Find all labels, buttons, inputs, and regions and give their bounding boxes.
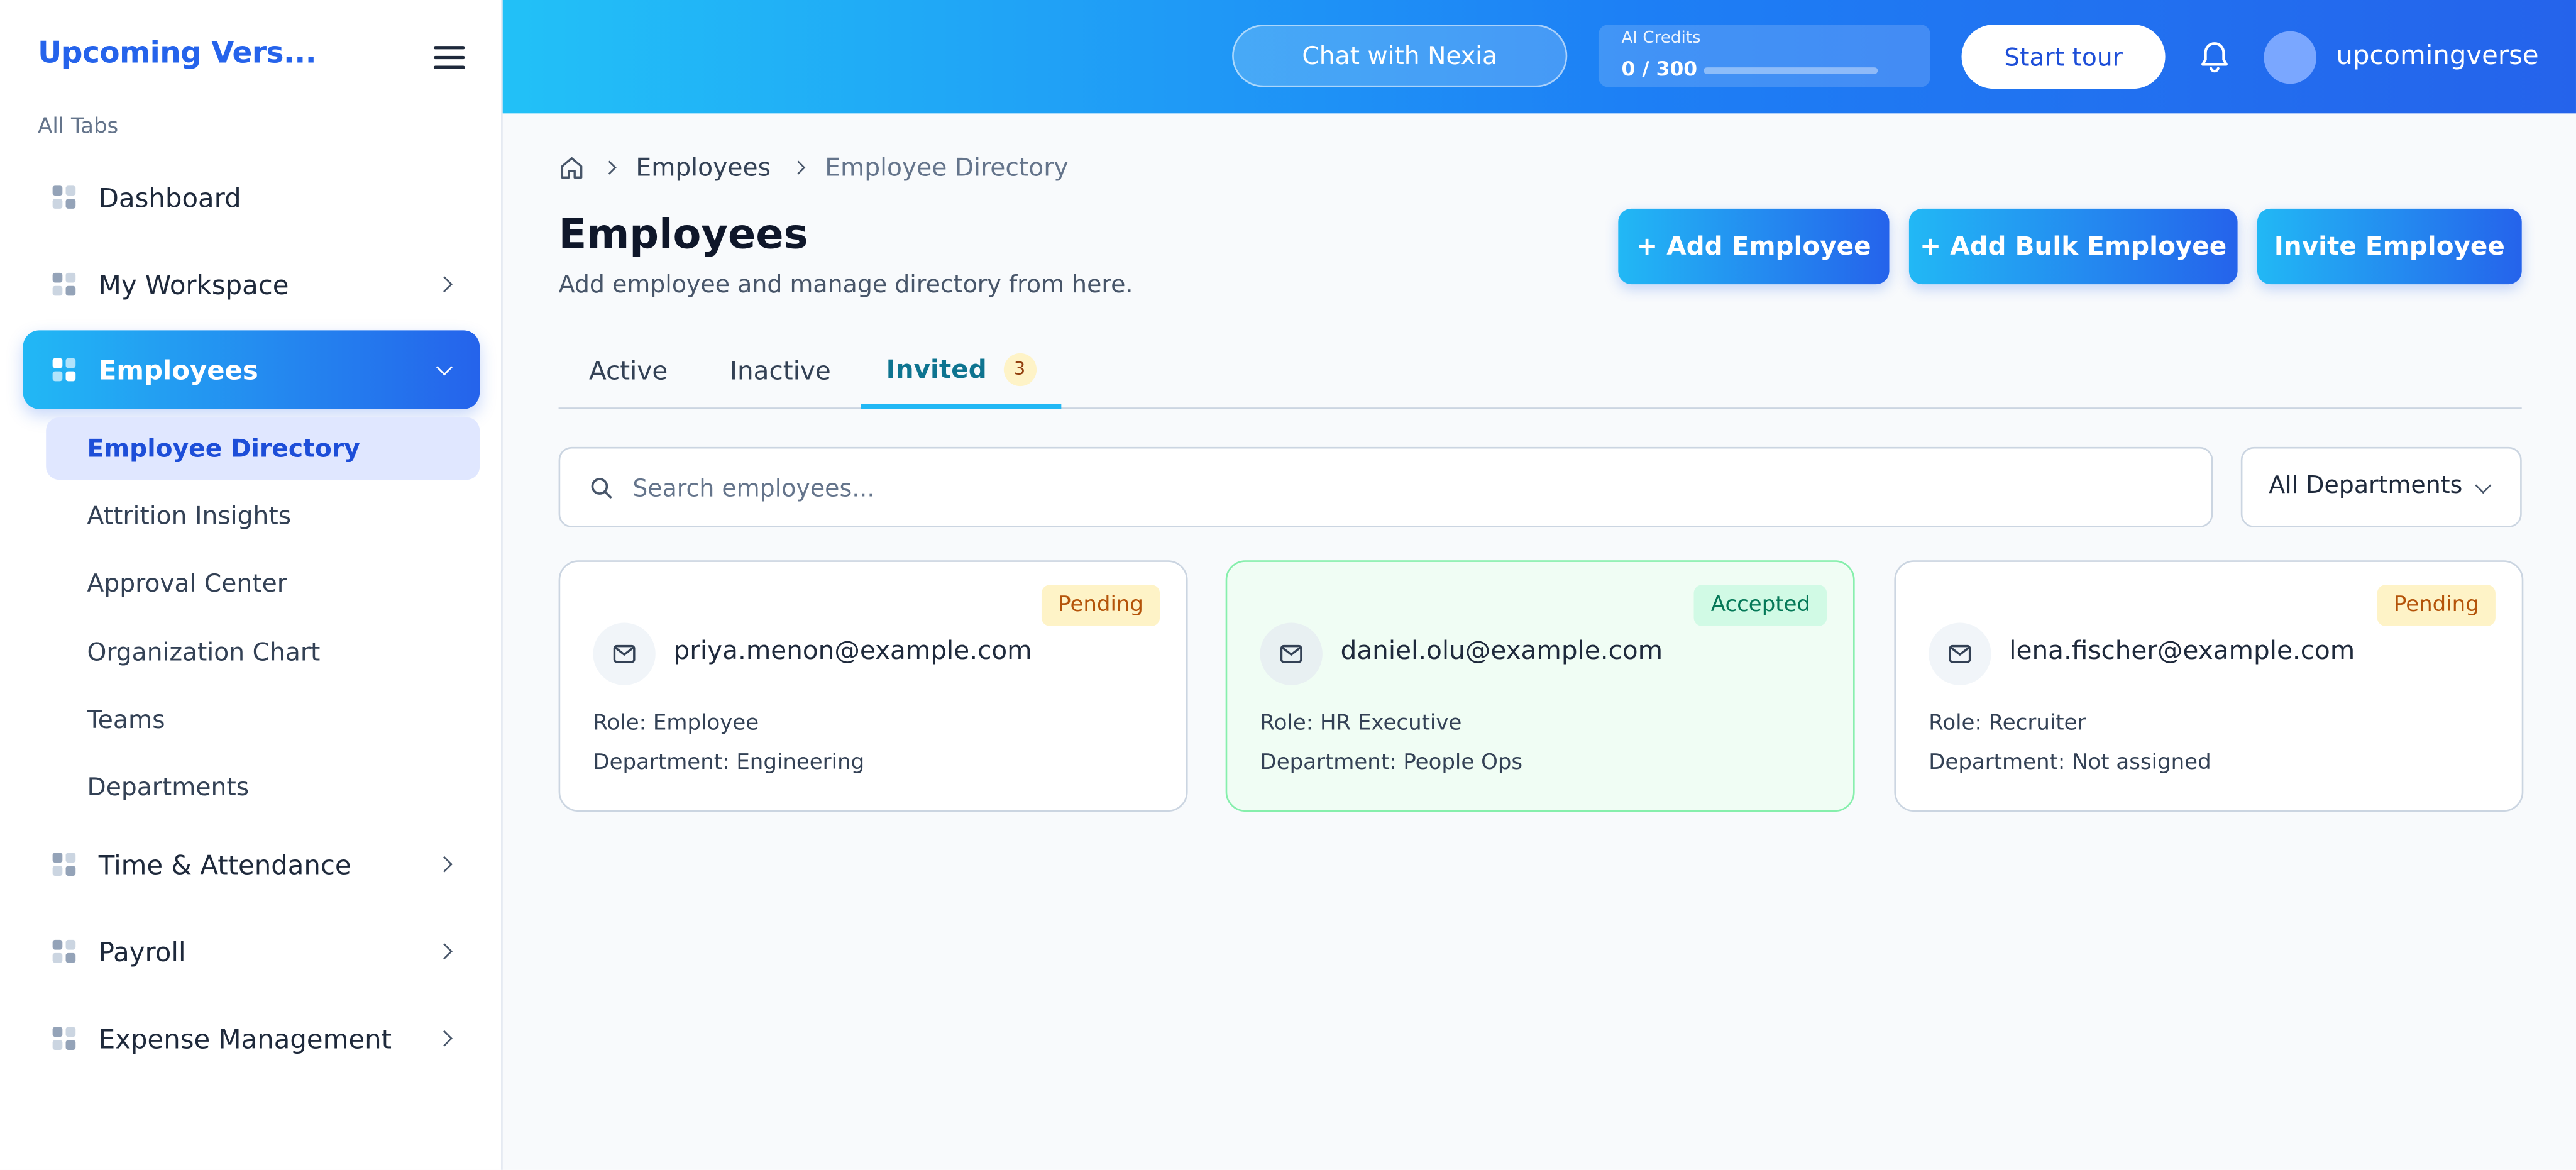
invite-role: Role: Employee — [593, 711, 759, 736]
add-bulk-employee-button[interactable]: + Add Bulk Employee — [1908, 208, 2238, 285]
invited-count-badge: 3 — [1003, 352, 1037, 385]
sidebar-item-label: Payroll — [98, 935, 186, 968]
chevron-down-icon — [436, 359, 453, 376]
username[interactable]: upcomingverse — [2336, 40, 2538, 71]
invite-role: Role: HR Executive — [1260, 711, 1462, 736]
mail-icon — [1260, 622, 1323, 685]
ai-credits-progress-bar — [1704, 67, 1878, 74]
breadcrumb-employees-link[interactable]: Employees — [636, 153, 771, 182]
invite-email: priya.menon@example.com — [673, 636, 1032, 666]
invite-email: daniel.olu@example.com — [1340, 636, 1663, 666]
chevron-right-icon — [436, 276, 453, 293]
department-filter-select[interactable]: All Departments — [2240, 446, 2522, 527]
sidebar-item-label: Expense Management — [98, 1022, 392, 1054]
breadcrumb-chevron-icon — [602, 160, 617, 175]
breadcrumb: Employees Employee Directory — [559, 151, 1069, 184]
start-tour-button[interactable]: Start tour — [1961, 25, 2166, 89]
invite-department: Department: Engineering — [593, 751, 865, 776]
invite-card[interactable]: Pending lena.fischer@example.com Role: R… — [1894, 560, 2524, 812]
tab-invited[interactable]: Invited 3 — [861, 334, 1062, 409]
page-title: Employees — [558, 210, 808, 258]
ai-credits-widget[interactable]: AI Credits 0 / 300 — [1598, 25, 1930, 87]
bell-icon[interactable] — [2198, 40, 2231, 75]
invite-department: Department: Not assigned — [1929, 751, 2211, 776]
user-avatar[interactable] — [2264, 31, 2317, 84]
tab-active[interactable]: Active — [559, 334, 698, 409]
home-icon[interactable] — [559, 155, 585, 181]
invite-employee-button[interactable]: Invite Employee — [2257, 208, 2522, 285]
mail-icon — [1929, 622, 1991, 685]
sidebar-section-label: All Tabs — [38, 114, 119, 140]
sidebar-item-label: Dashboard — [98, 181, 241, 213]
sidebar-subitem-departments[interactable]: Departments — [46, 756, 480, 818]
sidebar: Upcoming Vers... All Tabs Dashboard My W… — [0, 0, 503, 1170]
grid-icon — [52, 939, 76, 963]
mail-icon — [593, 622, 656, 685]
sidebar-item-label: My Workspace — [98, 268, 289, 300]
page-subtitle: Add employee and manage directory from h… — [558, 272, 1133, 299]
breadcrumb-current: Employee Directory — [825, 153, 1069, 183]
grid-icon — [52, 185, 76, 209]
sidebar-item-label: Employees — [98, 354, 258, 385]
invite-department: Department: People Ops — [1260, 751, 1523, 776]
sidebar-subitem-approval-center[interactable]: Approval Center — [46, 552, 480, 614]
invite-email: lena.fischer@example.com — [2009, 636, 2355, 666]
tab-inactive[interactable]: Inactive — [698, 334, 862, 409]
status-badge: Pending — [2377, 585, 2496, 626]
chevron-right-icon — [436, 856, 453, 873]
sidebar-item-label: Time & Attendance — [98, 848, 351, 880]
grid-icon — [52, 1027, 76, 1051]
grid-icon — [52, 853, 76, 876]
department-filter-value: All Departments — [2269, 473, 2463, 500]
sidebar-item-employees[interactable]: Employees — [23, 330, 480, 409]
sidebar-subitem-organization-chart[interactable]: Organization Chart — [46, 621, 480, 683]
grid-icon — [52, 358, 76, 382]
sidebar-item-dashboard[interactable]: Dashboard — [23, 158, 480, 236]
chat-with-nexia-button[interactable]: Chat with Nexia — [1232, 25, 1568, 87]
add-employee-button[interactable]: + Add Employee — [1618, 208, 1890, 285]
invite-card[interactable]: Accepted daniel.olu@example.com Role: HR… — [1225, 560, 1855, 812]
top-bar: Chat with Nexia AI Credits 0 / 300 Start… — [502, 0, 2576, 114]
sidebar-item-time-attendance[interactable]: Time & Attendance — [23, 825, 480, 903]
chevron-right-icon — [436, 1030, 453, 1047]
search-box — [558, 446, 2213, 527]
invite-card[interactable]: Pending priya.menon@example.com Role: Em… — [558, 560, 1188, 812]
status-badge: Accepted — [1694, 585, 1827, 626]
sidebar-subitem-teams[interactable]: Teams — [46, 688, 480, 751]
brand-name[interactable]: Upcoming Vers... — [38, 36, 317, 70]
search-icon — [591, 478, 612, 499]
sidebar-item-payroll[interactable]: Payroll — [23, 912, 480, 990]
sidebar-item-my-workspace[interactable]: My Workspace — [23, 245, 480, 323]
sidebar-subitem-employee-directory[interactable]: Employee Directory — [46, 417, 480, 480]
ai-credits-value: 0 / 300 — [1621, 57, 1698, 81]
status-badge: Pending — [1042, 585, 1160, 626]
ai-credits-label: AI Credits — [1621, 30, 1701, 48]
invite-role: Role: Recruiter — [1929, 711, 2086, 736]
hamburger-menu-icon[interactable] — [431, 40, 470, 75]
chevron-right-icon — [436, 943, 453, 960]
tab-invited-label: Invited — [886, 354, 987, 384]
search-input[interactable] — [629, 461, 2181, 518]
breadcrumb-chevron-icon — [791, 160, 806, 175]
chevron-down-icon — [2475, 477, 2492, 494]
status-tabs: Active Inactive Invited 3 — [558, 334, 2522, 409]
grid-icon — [52, 272, 76, 296]
sidebar-item-expense-management[interactable]: Expense Management — [23, 999, 480, 1078]
sidebar-subitem-attrition-insights[interactable]: Attrition Insights — [46, 485, 480, 547]
app-root: Upcoming Vers... All Tabs Dashboard My W… — [0, 0, 2576, 1170]
